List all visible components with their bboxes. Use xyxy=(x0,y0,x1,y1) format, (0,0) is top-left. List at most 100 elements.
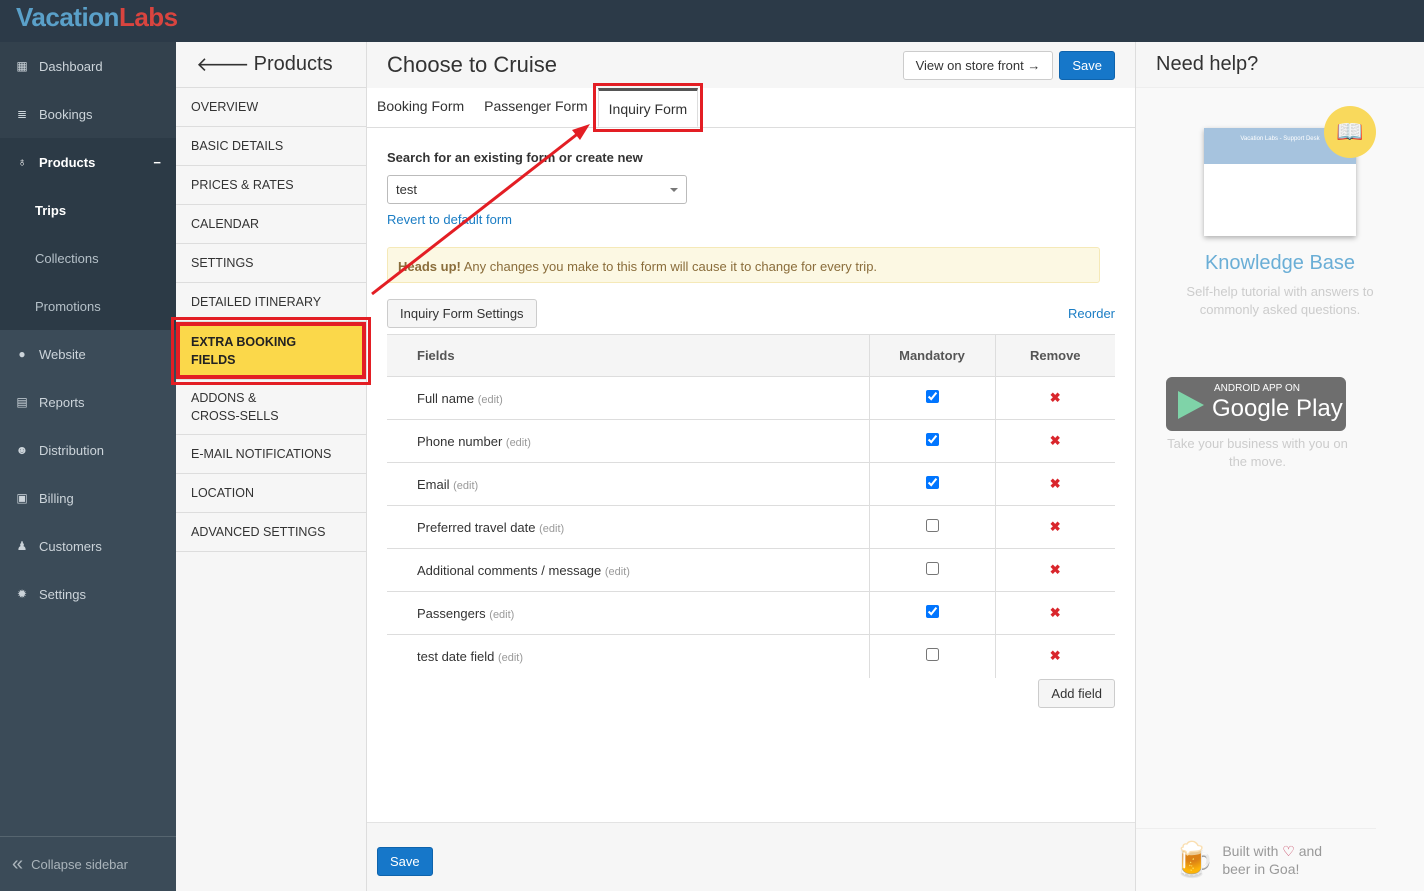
subnav-prices-rates[interactable]: PRICES & RATES xyxy=(176,166,366,205)
table-row: Passengers (edit) ✖ xyxy=(387,591,1115,635)
field-name: Phone number xyxy=(417,433,503,449)
tab-booking-form[interactable]: Booking Form xyxy=(367,88,474,127)
add-field-button[interactable]: Add field xyxy=(1038,678,1115,708)
users-icon: ☻ xyxy=(15,443,29,457)
table-row: Phone number (edit) ✖ xyxy=(387,419,1115,463)
collapse-sidebar-button[interactable]: «Collapse sidebar xyxy=(0,836,176,891)
table-row: Email (edit) ✖ xyxy=(387,462,1115,506)
sidebar-item-distribution[interactable]: ☻ Distribution xyxy=(0,426,176,474)
column-fields: Fields xyxy=(387,334,869,377)
edit-link[interactable]: (edit) xyxy=(506,437,531,449)
subnav-addons[interactable]: ADDONS & CROSS-SELLS xyxy=(176,380,366,435)
subnav-advanced-settings[interactable]: ADVANCED SETTINGS xyxy=(176,513,366,552)
edit-link[interactable]: (edit) xyxy=(478,394,503,406)
double-chevron-left-icon: « xyxy=(12,852,24,875)
table-row: Additional comments / message (edit) ✖ xyxy=(387,548,1115,592)
mandatory-checkbox[interactable] xyxy=(925,476,939,489)
sidebar-item-trips[interactable]: Trips xyxy=(0,186,176,234)
table-row: Full name (edit) ✖ xyxy=(387,376,1115,420)
view-on-store-front-button[interactable]: View on store front → xyxy=(902,50,1054,80)
remove-icon[interactable]: ✖ xyxy=(1050,476,1061,491)
tab-passenger-form[interactable]: Passenger Form xyxy=(474,88,597,127)
mandatory-checkbox[interactable] xyxy=(925,562,939,575)
heads-up-alert: Heads up! Any changes you make to this f… xyxy=(387,247,1100,283)
edit-link[interactable]: (edit) xyxy=(498,652,523,664)
remove-icon[interactable]: ✖ xyxy=(1050,519,1061,534)
mandatory-checkbox[interactable] xyxy=(925,519,939,532)
subnav-settings[interactable]: SETTINGS xyxy=(176,244,366,283)
subnav-calendar[interactable]: CALENDAR xyxy=(176,205,366,244)
mandatory-checkbox[interactable] xyxy=(925,433,939,446)
arrow-left-icon: 🡐 xyxy=(196,54,250,76)
list-icon: ≣ xyxy=(16,107,28,121)
form-select[interactable]: test xyxy=(387,175,687,204)
field-name: Additional comments / message xyxy=(417,562,602,578)
footer-save-button[interactable]: Save xyxy=(377,847,433,876)
knowledge-base-card[interactable]: Vacation Labs - Support Desk 📖 Knowledge… xyxy=(1136,88,1424,319)
revert-default-link[interactable]: Revert to default form xyxy=(387,212,512,227)
sidebar-item-reports[interactable]: ▤ Reports xyxy=(0,378,176,426)
reader-icon: 📖 xyxy=(1324,106,1376,158)
sidebar-item-collections[interactable]: Collections xyxy=(0,234,176,282)
field-name: Full name xyxy=(417,390,475,406)
calendar-icon: ▦ xyxy=(16,59,28,73)
remove-icon[interactable]: ✖ xyxy=(1050,390,1061,405)
mandatory-checkbox[interactable] xyxy=(925,390,939,403)
table-row: test date field (edit) ✖ xyxy=(387,634,1115,678)
product-subnav: 🡐 Products OVERVIEW BASIC DETAILS PRICES … xyxy=(171,42,371,891)
play-icon xyxy=(1178,391,1204,419)
inquiry-form-settings-button[interactable]: Inquiry Form Settings xyxy=(387,299,537,328)
sidebar-item-billing[interactable]: ▣ Billing xyxy=(0,474,176,522)
sidebar-item-promotions[interactable]: Promotions xyxy=(0,282,176,330)
sidebar-item-products[interactable]: ♁ Products − xyxy=(0,138,176,186)
globe-icon: ● xyxy=(18,347,26,361)
help-title: Need help? xyxy=(1136,42,1424,88)
back-to-products[interactable]: 🡐 Products xyxy=(176,42,366,88)
main-panel: Choose to Cruise View on store front → S… xyxy=(367,42,1136,891)
google-play-badge[interactable]: ANDROID APP ON Google Play xyxy=(1166,377,1346,431)
collapse-icon[interactable]: − xyxy=(153,155,161,170)
edit-link[interactable]: (edit) xyxy=(605,566,630,578)
column-remove: Remove xyxy=(994,334,1115,377)
subnav-basic-details[interactable]: BASIC DETAILS xyxy=(176,127,366,166)
search-form-label: Search for an existing form or create ne… xyxy=(387,150,643,165)
logo[interactable]: VacationLabs xyxy=(16,2,178,33)
subnav-overview[interactable]: OVERVIEW xyxy=(176,88,366,127)
subnav-email-notifications[interactable]: E-MAIL NOTIFICATIONS xyxy=(176,435,366,474)
edit-link[interactable]: (edit) xyxy=(453,480,478,492)
subnav-detailed-itinerary[interactable]: DETAILED ITINERARY xyxy=(176,283,366,322)
mandatory-checkbox[interactable] xyxy=(925,648,939,662)
report-icon: ▤ xyxy=(16,395,28,409)
heart-icon: ♡ xyxy=(1282,843,1295,859)
sidebar-item-dashboard[interactable]: ▦ Dashboard xyxy=(0,42,176,90)
sidebar-item-settings[interactable]: ✹ Settings xyxy=(0,570,176,618)
sidebar: ▦ Dashboard ≣ Bookings ♁ Products − Trips Co… xyxy=(0,42,176,891)
gear-icon: ✹ xyxy=(16,587,28,601)
page-title: Choose to Cruise xyxy=(387,52,557,77)
beer-mug-icon: 🍺 xyxy=(1172,841,1215,879)
top-bar: VacationLabs xyxy=(0,0,1424,42)
field-name: Passengers xyxy=(417,605,486,621)
subnav-location[interactable]: LOCATION xyxy=(176,474,366,513)
fields-table: Fields Mandatory Remove Full name (edit)… xyxy=(387,334,1115,678)
edit-link[interactable]: (edit) xyxy=(489,609,514,621)
sidebar-item-bookings[interactable]: ≣ Bookings xyxy=(0,90,176,138)
remove-icon[interactable]: ✖ xyxy=(1050,648,1061,663)
kb-title[interactable]: Knowledge Base xyxy=(1136,252,1424,275)
field-name: Preferred travel date xyxy=(417,519,536,535)
reorder-link[interactable]: Reorder xyxy=(1068,306,1115,321)
sidebar-item-customers[interactable]: ♟ Customers xyxy=(0,522,176,570)
remove-icon[interactable]: ✖ xyxy=(1050,562,1061,577)
sidebar-item-website[interactable]: ● Website xyxy=(0,330,176,378)
tab-inquiry-form[interactable]: Inquiry Form xyxy=(592,83,704,132)
remove-icon[interactable]: ✖ xyxy=(1050,433,1061,448)
field-name: Email xyxy=(417,476,450,492)
user-icon: ♟ xyxy=(16,539,28,553)
remove-icon[interactable]: ✖ xyxy=(1050,605,1061,620)
subnav-extra-booking-fields[interactable]: EXTRA BOOKING FIELDS xyxy=(171,317,371,385)
column-mandatory: Mandatory xyxy=(868,334,995,377)
save-button[interactable]: Save xyxy=(1059,50,1115,80)
edit-link[interactable]: (edit) xyxy=(539,523,564,535)
field-name: test date field xyxy=(417,648,495,664)
mandatory-checkbox[interactable] xyxy=(925,605,939,618)
